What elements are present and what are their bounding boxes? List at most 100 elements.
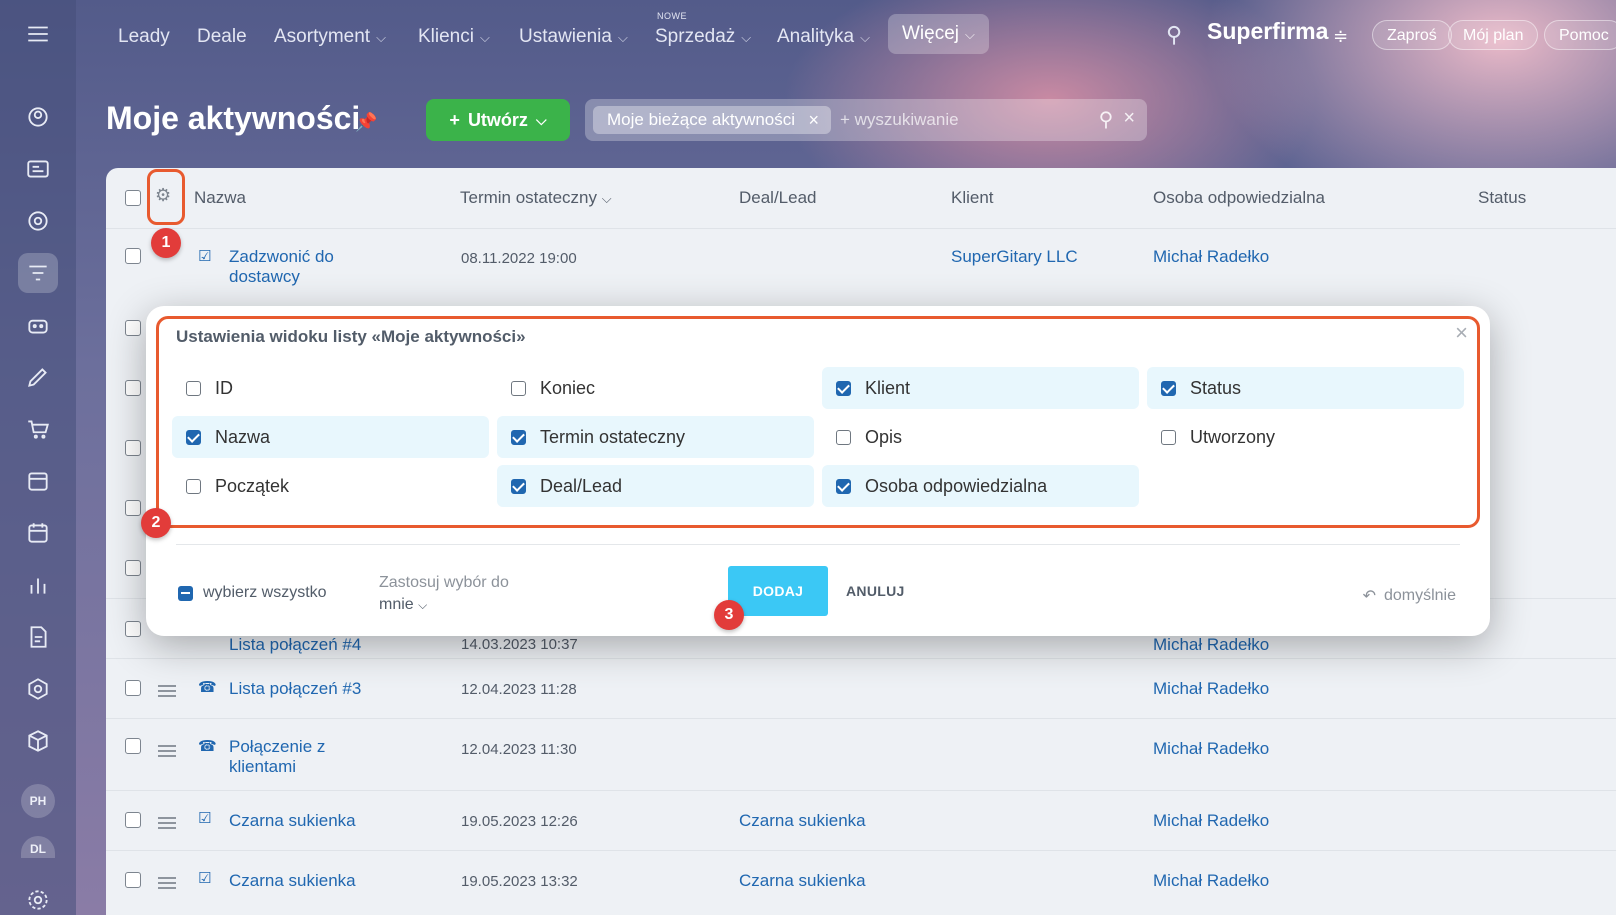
select-all-toggle[interactable]: wybierz wszystko (178, 584, 327, 602)
table-row[interactable]: ☑ Czarna sukienka 19.05.2023 12:26 Czarn… (106, 790, 1616, 850)
row-name[interactable]: Lista połączeń #3 (229, 679, 361, 699)
column-header-name[interactable]: Nazwa (194, 168, 246, 228)
option-deal-lead[interactable]: Deal/Lead (497, 465, 814, 507)
option-checkbox[interactable] (836, 429, 851, 445)
option-checkbox[interactable] (186, 380, 201, 396)
option-checkbox[interactable] (511, 478, 526, 494)
row-checkbox[interactable] (125, 872, 141, 888)
nav-item-leady[interactable]: Leady (104, 20, 184, 54)
select-all-checkbox[interactable] (178, 585, 193, 601)
select-all-checkbox[interactable] (125, 190, 141, 206)
drag-handle-icon[interactable] (158, 877, 176, 889)
option-checkbox[interactable] (186, 478, 201, 494)
close-icon[interactable]: × (809, 106, 820, 134)
table-row[interactable]: ☑ Czarna sukienka 19.05.2023 13:32 Czarn… (106, 850, 1616, 915)
row-client[interactable]: SuperGitary LLC (951, 247, 1078, 267)
robot-icon[interactable] (18, 305, 58, 345)
column-header-status[interactable]: Status (1478, 168, 1526, 228)
drag-handle-icon[interactable] (158, 817, 176, 829)
row-checkbox[interactable] (125, 560, 141, 576)
row-owner[interactable]: Michał Radełko (1153, 679, 1269, 699)
add-button[interactable]: DODAJ (728, 566, 828, 616)
gear-icon[interactable]: ⚙ (155, 185, 171, 206)
row-name-line2[interactable]: dostawcy (229, 267, 300, 287)
search-bar[interactable]: Moje bieżące aktywności × + wyszukiwanie… (585, 99, 1147, 141)
option-checkbox[interactable] (836, 478, 851, 494)
row-name[interactable]: Zadzwonić do (229, 247, 334, 267)
search-input[interactable]: + wyszukiwanie (840, 99, 959, 141)
store-icon[interactable] (18, 461, 58, 501)
search-icon[interactable]: ⚲ (1166, 22, 1182, 48)
row-checkbox[interactable] (125, 738, 141, 754)
column-header-owner[interactable]: Osoba odpowiedzialna (1153, 168, 1325, 228)
table-row[interactable]: ☎ Lista połączeń #3 12.04.2023 11:28 Mic… (106, 658, 1616, 718)
option-nazwa[interactable]: Nazwa (172, 416, 489, 458)
row-checkbox[interactable] (125, 680, 141, 696)
row-checkbox[interactable] (125, 248, 141, 264)
box-icon[interactable] (18, 721, 58, 761)
option-utworzony[interactable]: Utworzony (1147, 416, 1464, 458)
row-deal[interactable]: Czarna sukienka (739, 811, 866, 831)
row-name[interactable]: Czarna sukienka (229, 811, 356, 831)
option-koniec[interactable]: Koniec (497, 367, 814, 409)
table-row[interactable]: ☑ Zadzwonić do dostawcy 08.11.2022 19:00… (106, 228, 1616, 300)
row-name[interactable]: Czarna sukienka (229, 871, 356, 891)
document-icon[interactable] (18, 617, 58, 657)
option-checkbox[interactable] (1161, 429, 1176, 445)
row-checkbox[interactable] (125, 380, 141, 396)
nav-item-analityka[interactable]: Analityka ⌵ (763, 20, 884, 54)
row-checkbox[interactable] (125, 440, 141, 456)
row-checkbox[interactable] (125, 812, 141, 828)
option-poczatek[interactable]: Początek (172, 465, 489, 507)
row-owner[interactable]: Michał Radełko (1153, 247, 1269, 267)
filter-chip[interactable]: Moje bieżące aktywności × (593, 106, 832, 134)
nav-item-klienci[interactable]: Klienci ⌵ (404, 20, 504, 54)
pin-icon[interactable]: 📌 (355, 112, 377, 133)
cart-icon[interactable] (18, 409, 58, 449)
table-row[interactable]: ☎ Połączenie z klientami 12.04.2023 11:3… (106, 718, 1616, 790)
calendar-icon[interactable] (18, 513, 58, 553)
option-status[interactable]: Status (1147, 367, 1464, 409)
search-icon[interactable]: ⚲ (1099, 107, 1114, 132)
row-owner[interactable]: Michał Radełko (1153, 635, 1269, 655)
id-card-icon[interactable] (18, 149, 58, 189)
row-owner[interactable]: Michał Radełko (1153, 871, 1269, 891)
option-checkbox[interactable] (1161, 380, 1176, 396)
chart-icon[interactable] (18, 565, 58, 605)
nav-item-ustawienia[interactable]: Ustawienia ⌵ (505, 20, 642, 54)
option-checkbox[interactable] (511, 380, 526, 396)
row-name-line2[interactable]: klientami (229, 757, 296, 777)
row-owner[interactable]: Michał Radełko (1153, 811, 1269, 831)
pen-icon[interactable] (18, 357, 58, 397)
hexagon-icon[interactable] (18, 669, 58, 709)
option-klient[interactable]: Klient (822, 367, 1139, 409)
row-deal[interactable]: Czarna sukienka (739, 871, 866, 891)
help-button[interactable]: Pomoc (1544, 20, 1616, 50)
row-checkbox[interactable] (125, 621, 141, 637)
nav-item-wiecej[interactable]: Więcej ⌵ (888, 14, 989, 54)
row-owner[interactable]: Michał Radełko (1153, 739, 1269, 759)
create-button[interactable]: + Utwórz ⌵ (426, 99, 570, 141)
drag-handle-icon[interactable] (158, 745, 176, 757)
option-osoba[interactable]: Osoba odpowiedzialna (822, 465, 1139, 507)
option-checkbox[interactable] (836, 380, 851, 396)
menu-icon[interactable] (18, 14, 58, 54)
my-plan-button[interactable]: Mój plan (1448, 20, 1539, 50)
contacts-icon[interactable] (18, 97, 58, 137)
nav-item-sprzedaz[interactable]: Sprzedaż ⌵ (641, 20, 765, 54)
gear-icon[interactable] (18, 880, 58, 915)
filter-icon[interactable] (18, 253, 58, 293)
row-name[interactable]: Lista połączeń #4 (229, 635, 361, 655)
row-checkbox[interactable] (125, 500, 141, 516)
column-header-deal[interactable]: Deal/Lead (739, 168, 817, 228)
option-id[interactable]: ID (172, 367, 489, 409)
cancel-button[interactable]: ANULUJ (836, 566, 915, 616)
avatar[interactable]: DL (21, 836, 55, 858)
close-icon[interactable]: × (1455, 320, 1468, 346)
drag-handle-icon[interactable] (158, 685, 176, 697)
settings-sliders-icon[interactable]: ≑ (1333, 26, 1348, 47)
option-termin[interactable]: Termin ostateczny (497, 416, 814, 458)
apply-to-select[interactable]: mnie ⌵ (379, 596, 427, 614)
row-name[interactable]: Połączenie z (229, 737, 325, 757)
column-header-client[interactable]: Klient (951, 168, 994, 228)
